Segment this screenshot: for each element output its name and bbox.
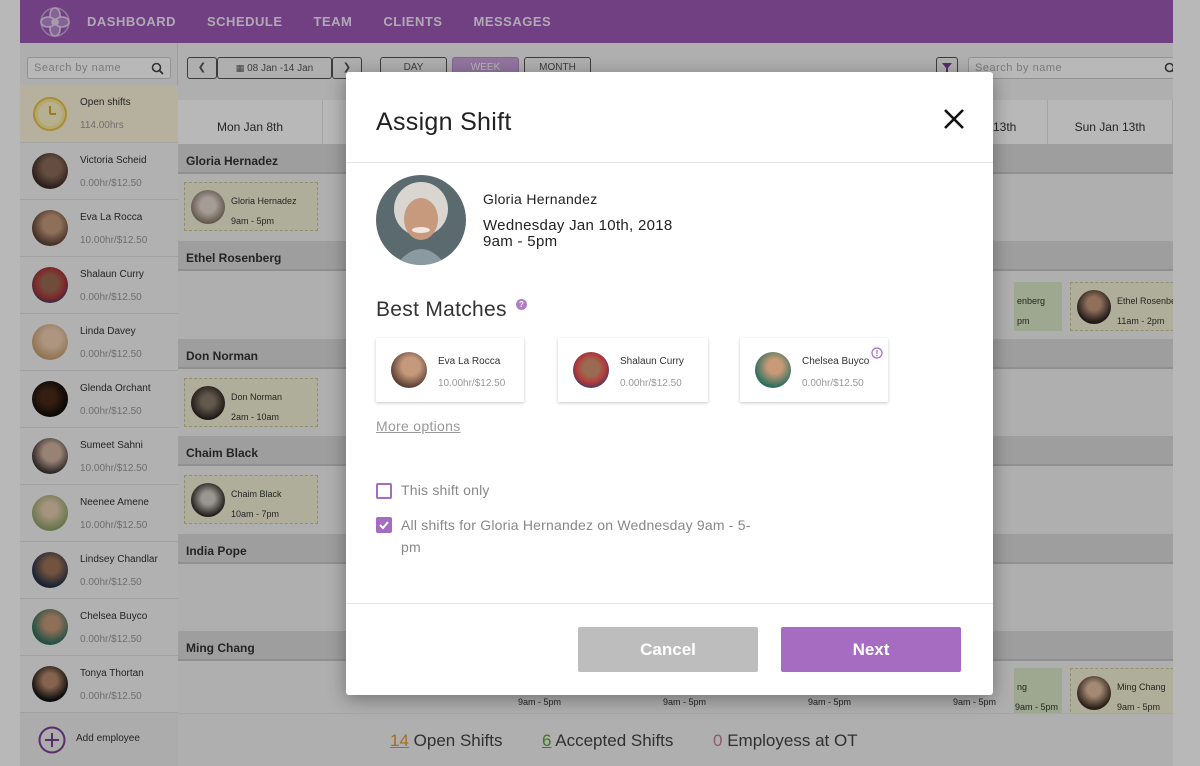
- match-name: Shalaun Curry: [620, 356, 684, 367]
- shift-date: Wednesday Jan 10th, 2018 9am - 5pm: [483, 218, 673, 250]
- match-card[interactable]: Chelsea Buyco 0.00hr/$12.50: [740, 338, 888, 402]
- employee-name: Gloria Hernandez: [483, 191, 598, 207]
- avatar: [391, 352, 427, 388]
- avatar: [573, 352, 609, 388]
- this-shift-only-label: This shift only: [401, 482, 490, 498]
- cancel-button[interactable]: Cancel: [578, 627, 758, 672]
- more-options-link[interactable]: More options: [376, 418, 461, 434]
- dialog-title: Assign Shift: [376, 108, 512, 136]
- help-icon[interactable]: ?: [516, 299, 527, 310]
- avatar: [755, 352, 791, 388]
- divider: [346, 162, 993, 163]
- match-rate: 0.00hr/$12.50: [620, 378, 682, 389]
- next-button[interactable]: Next: [781, 627, 961, 672]
- match-name: Eva La Rocca: [438, 356, 501, 367]
- match-rate: 10.00hr/$12.50: [438, 378, 506, 389]
- assign-shift-dialog: Assign Shift Gloria Hernandez Wednesday …: [346, 72, 993, 695]
- match-card[interactable]: Shalaun Curry 0.00hr/$12.50: [558, 338, 708, 402]
- this-shift-only-checkbox[interactable]: [376, 483, 392, 499]
- match-name: Chelsea Buyco: [802, 356, 870, 367]
- shift-date-text: Wednesday Jan 10th, 2018: [483, 217, 673, 234]
- match-card[interactable]: Eva La Rocca 10.00hr/$12.50: [376, 338, 524, 402]
- close-icon: [942, 109, 966, 135]
- avatar: [376, 175, 466, 265]
- best-matches-title: Best Matches: [376, 298, 507, 321]
- shift-time-text: 9am - 5pm: [483, 233, 558, 250]
- close-button[interactable]: [942, 107, 966, 131]
- all-shifts-label: All shifts for Gloria Hernandez on Wedne…: [401, 517, 751, 555]
- all-shifts-checkbox[interactable]: [376, 517, 392, 533]
- alert-icon[interactable]: [871, 346, 883, 364]
- match-rate: 0.00hr/$12.50: [802, 378, 864, 389]
- divider: [346, 603, 993, 604]
